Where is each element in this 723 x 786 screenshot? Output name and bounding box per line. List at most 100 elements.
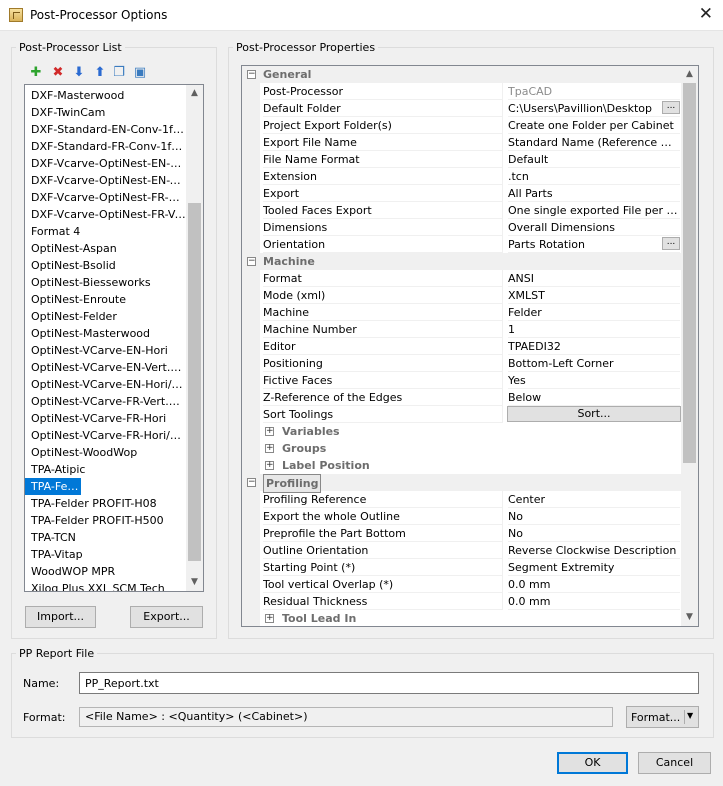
list-item[interactable]: OptiNest-VCarve-FR-Hori/Max bbox=[25, 427, 187, 444]
property-grid[interactable]: − General Post-Processor TpaCAD Default Fold… bbox=[241, 65, 699, 627]
category-row[interactable]: − General bbox=[242, 66, 682, 83]
add-icon[interactable]: ✚ bbox=[29, 66, 43, 80]
import-button[interactable]: Import... bbox=[25, 606, 96, 628]
category-row[interactable]: − Machine bbox=[242, 253, 682, 270]
property-value[interactable]: 0.0 mm bbox=[508, 593, 680, 610]
property-row[interactable]: Machine Felder bbox=[242, 304, 682, 321]
property-row[interactable]: Mode (xml) XMLST bbox=[242, 287, 682, 304]
grid-scroll-thumb[interactable] bbox=[683, 83, 696, 463]
list-scroll-thumb[interactable] bbox=[188, 203, 201, 561]
property-value[interactable]: Standard Name (Reference & N... bbox=[508, 134, 680, 151]
list-item[interactable]: TPA-Felder PROFIT-H500 bbox=[25, 512, 187, 529]
list-item[interactable]: TPA-TCN bbox=[25, 529, 187, 546]
export-button[interactable]: Export... bbox=[130, 606, 203, 628]
expand-icon[interactable]: + bbox=[265, 444, 274, 453]
property-value[interactable]: All Parts bbox=[508, 185, 680, 202]
collapse-icon[interactable]: − bbox=[247, 257, 256, 266]
property-row[interactable]: Format ANSI bbox=[242, 270, 682, 287]
subcategory-row[interactable]: + Variables bbox=[242, 423, 682, 440]
format-dropdown-button[interactable]: Format... ▼ bbox=[626, 706, 699, 728]
property-row[interactable]: Export All Parts bbox=[242, 185, 682, 202]
list-item[interactable]: TPA-Felder bbox=[25, 478, 81, 495]
list-item[interactable]: DXF-Vcarve-OptiNest-EN-Ver... bbox=[25, 172, 187, 189]
move-down-icon[interactable]: ⬇ bbox=[72, 66, 86, 80]
property-value[interactable]: .tcn bbox=[508, 168, 680, 185]
property-row[interactable]: Tool vertical Overlap (*) 0.0 mm bbox=[242, 576, 682, 593]
list-item[interactable]: OptiNest-Aspan bbox=[25, 240, 187, 257]
list-item[interactable]: OptiNest-VCarve-FR-Vert.Conv bbox=[25, 393, 187, 410]
property-value[interactable]: No bbox=[508, 525, 680, 542]
property-row[interactable]: Dimensions Overall Dimensions bbox=[242, 219, 682, 236]
property-value[interactable]: Center bbox=[508, 491, 680, 508]
property-value[interactable]: Default bbox=[508, 151, 680, 168]
list-item[interactable]: OptiNest-Bsolid bbox=[25, 257, 187, 274]
list-item[interactable]: DXF-Masterwood bbox=[25, 87, 187, 104]
list-item[interactable]: DXF-Vcarve-OptiNest-FR-Ver... bbox=[25, 206, 187, 223]
property-value[interactable]: TPAEDI32 bbox=[508, 338, 680, 355]
subcategory-row[interactable]: + Label Position bbox=[242, 457, 682, 474]
list-item[interactable]: OptiNest-Masterwood bbox=[25, 325, 187, 342]
expand-icon[interactable]: + bbox=[265, 427, 274, 436]
property-value[interactable]: C:\Users\Pavillion\Desktop bbox=[508, 100, 680, 117]
property-value[interactable]: One single exported File per Part bbox=[508, 202, 680, 219]
property-row[interactable]: Orientation Parts Rotation... bbox=[242, 236, 682, 253]
scroll-down-icon[interactable]: ▼ bbox=[186, 574, 203, 591]
scroll-up-icon[interactable]: ▲ bbox=[186, 85, 203, 102]
list-item[interactable]: DXF-Vcarve-OptiNest-EN-Ho... bbox=[25, 155, 187, 172]
collapse-icon[interactable]: − bbox=[247, 70, 256, 79]
list-item[interactable]: OptiNest-VCarve-EN-Hori bbox=[25, 342, 187, 359]
delete-icon[interactable]: ✖ bbox=[51, 66, 65, 80]
property-value[interactable]: Segment Extremity bbox=[508, 559, 680, 576]
subcategory-row[interactable]: + Groups bbox=[242, 440, 682, 457]
list-item[interactable]: OptiNest-WoodWop bbox=[25, 444, 187, 461]
list-item[interactable]: OptiNest-Biesseworks bbox=[25, 274, 187, 291]
list-item[interactable]: OptiNest-VCarve-FR-Hori bbox=[25, 410, 187, 427]
property-value[interactable]: Felder bbox=[508, 304, 680, 321]
property-value[interactable]: No bbox=[508, 508, 680, 525]
collapse-icon[interactable]: − bbox=[247, 478, 256, 487]
grid-scrollbar[interactable]: ▲ ▼ bbox=[681, 66, 698, 626]
property-value[interactable]: Below bbox=[508, 389, 680, 406]
property-row[interactable]: Extension .tcn bbox=[242, 168, 682, 185]
subcategory-row[interactable]: + Tool Lead In bbox=[242, 610, 682, 626]
move-up-icon[interactable]: ⬆ bbox=[93, 66, 107, 80]
property-row[interactable]: Outline Orientation Reverse Clockwise Des… bbox=[242, 542, 682, 559]
property-row[interactable]: Export File Name Standard Name (Reference… bbox=[242, 134, 682, 151]
property-value[interactable]: Parts Rotation bbox=[508, 236, 680, 253]
sort-toolings-button[interactable]: Sort... bbox=[507, 406, 681, 422]
property-row[interactable]: Post-Processor TpaCAD bbox=[242, 83, 682, 100]
close-icon[interactable]: ✕ bbox=[699, 4, 713, 24]
list-item[interactable]: TPA-Vitap bbox=[25, 546, 187, 563]
report-name-input[interactable] bbox=[79, 672, 699, 694]
property-row[interactable]: Residual Thickness 0.0 mm bbox=[242, 593, 682, 610]
expand-icon[interactable]: + bbox=[265, 461, 274, 470]
property-value[interactable]: 1 bbox=[508, 321, 680, 338]
ok-button[interactable]: OK bbox=[557, 752, 628, 774]
property-row[interactable]: Default Folder C:\Users\Pavillion\Desktop… bbox=[242, 100, 682, 117]
expand-icon[interactable]: + bbox=[265, 614, 274, 623]
list-item[interactable]: OptiNest-VCarve-EN-Vert.Conv bbox=[25, 359, 187, 376]
property-value[interactable]: Yes bbox=[508, 372, 680, 389]
property-value[interactable]: Overall Dimensions bbox=[508, 219, 680, 236]
list-item[interactable]: OptiNest-Enroute bbox=[25, 291, 187, 308]
cancel-button[interactable]: Cancel bbox=[638, 752, 711, 774]
property-row[interactable]: Tooled Faces Export One single exported F… bbox=[242, 202, 682, 219]
report-format-field[interactable]: <File Name> : <Quantity> (<Cabinet>) bbox=[79, 707, 613, 727]
property-row[interactable]: Sort Toolings Sort... bbox=[242, 406, 682, 423]
property-value[interactable]: Bottom-Left Corner bbox=[508, 355, 680, 372]
property-row[interactable]: Z-Reference of the Edges Below bbox=[242, 389, 682, 406]
property-row[interactable]: Export the whole Outline No bbox=[242, 508, 682, 525]
list-item[interactable]: DXF-Vcarve-OptiNest-FR-Ho... bbox=[25, 189, 187, 206]
list-item[interactable]: Format 4 bbox=[25, 223, 187, 240]
property-row[interactable]: Preprofile the Part Bottom No bbox=[242, 525, 682, 542]
property-row[interactable]: Machine Number 1 bbox=[242, 321, 682, 338]
property-value[interactable]: Create one Folder per Cabinet bbox=[508, 117, 680, 134]
list-item[interactable]: TPA-Atipic bbox=[25, 461, 187, 478]
rename-icon[interactable]: ▣ bbox=[133, 66, 147, 80]
property-row[interactable]: Editor TPAEDI32 bbox=[242, 338, 682, 355]
property-row[interactable]: Project Export Folder(s) Create one Folde… bbox=[242, 117, 682, 134]
property-value[interactable]: 0.0 mm bbox=[508, 576, 680, 593]
browse-button[interactable]: ... bbox=[662, 101, 680, 114]
property-value[interactable]: XMLST bbox=[508, 287, 680, 304]
list-item[interactable]: WoodWOP MPR bbox=[25, 563, 187, 580]
